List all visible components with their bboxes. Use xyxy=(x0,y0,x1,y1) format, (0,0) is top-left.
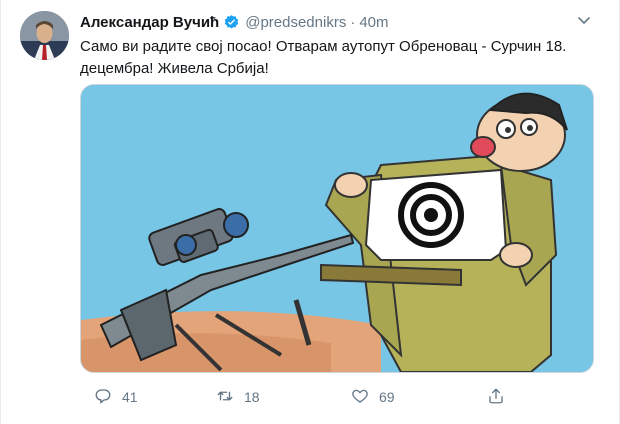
tweet-header: Александар Вучић @predsednikrs · 40m xyxy=(80,12,389,32)
author-name[interactable]: Александар Вучић xyxy=(80,14,219,31)
chevron-down-icon[interactable] xyxy=(576,12,592,28)
share-icon xyxy=(487,387,505,408)
author-handle[interactable]: @predsednikrs xyxy=(245,14,346,31)
like-button[interactable]: 69 xyxy=(351,385,395,409)
retweet-icon xyxy=(216,387,234,408)
tweet-text-line: децембра! Живела Србија! xyxy=(80,60,269,77)
avatar[interactable] xyxy=(20,11,69,60)
reply-button[interactable]: 41 xyxy=(94,385,138,409)
tweet-card[interactable]: Александар Вучић @predsednikrs · 40m Сам… xyxy=(0,0,620,424)
tweet-actions: 41 18 69 xyxy=(80,385,550,409)
like-icon xyxy=(351,387,369,408)
tweet-image[interactable] xyxy=(80,84,594,373)
tweet-text-line: Само ви радите свој посао! Отварам аутоп… xyxy=(80,38,567,55)
retweet-button[interactable]: 18 xyxy=(216,385,260,409)
verified-icon xyxy=(223,14,240,31)
reply-icon xyxy=(94,387,112,408)
reply-count: 41 xyxy=(122,389,138,405)
tweet-timestamp[interactable]: 40m xyxy=(359,14,388,31)
share-button[interactable] xyxy=(487,385,505,409)
like-count: 69 xyxy=(379,389,395,405)
separator-dot: · xyxy=(350,13,356,31)
tweet-text: Само ви радите свој посао! Отварам аутоп… xyxy=(80,36,605,80)
retweet-count: 18 xyxy=(244,389,260,405)
